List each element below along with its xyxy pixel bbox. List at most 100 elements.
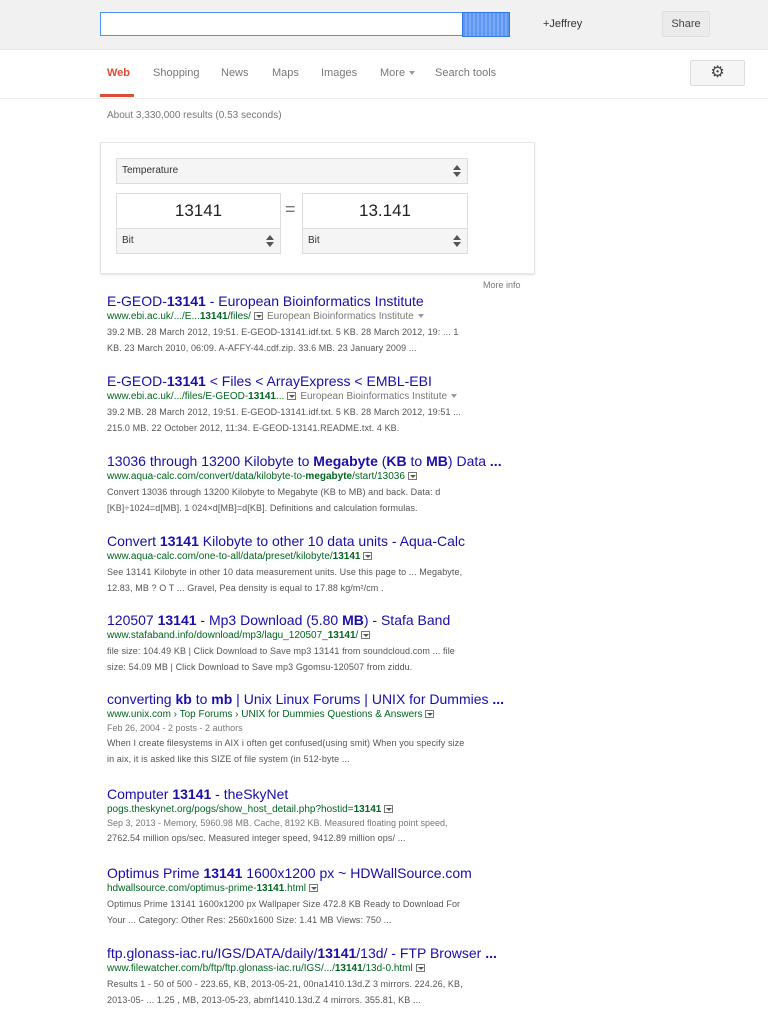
snippet-line: 215.0 MB. 22 October 2012, 11:34. E-GEOD…	[107, 423, 400, 433]
result-meta: Sep 3, 2013 - Memory, 5960.98 MB. Cache,…	[107, 818, 448, 828]
result-title-text: /13d/ - FTP Browser	[356, 945, 486, 961]
result-title-text: ...	[489, 453, 502, 469]
snippet-line: [KB]÷1024=d[MB]. 1 024×d[MB]=d[KB]. Defi…	[107, 503, 418, 513]
result-title-text: MB	[342, 612, 364, 628]
result-url-text: /files/	[227, 311, 251, 322]
result-title-text: Kilobyte to other 10 data units - Aqua-C…	[198, 533, 466, 549]
chevron-down-icon[interactable]	[417, 314, 424, 319]
result-title-link[interactable]: 13036 through 13200 Kilobyte to Megabyte…	[107, 453, 517, 470]
result-url-text: www.unix.com › Top Forums › UNIX for Dum…	[107, 709, 423, 720]
result-title-text: to	[406, 453, 427, 469]
search-button[interactable]	[462, 12, 510, 37]
result-snippet: See 13141 Kilobyte in other 10 data meas…	[107, 564, 517, 596]
category-select-value: Temperature	[122, 165, 179, 176]
result-snippet: Convert 13036 through 13200 Kilobyte to …	[107, 484, 517, 516]
result-title-text: 13141	[166, 293, 206, 309]
equals-sign: =	[285, 199, 296, 219]
dropdown-arrow-icon[interactable]	[287, 392, 297, 401]
right-unit-select[interactable]: Bit	[302, 228, 468, 254]
search-result: E-GEOD-13141 - European Bioinformatics I…	[107, 293, 517, 356]
result-url-text: /	[355, 630, 359, 641]
snippet-line: Your ... Category: Other Res: 2560x1600 …	[107, 915, 392, 925]
dropdown-arrow-icon[interactable]	[425, 710, 435, 719]
gear-icon: ⚙	[710, 64, 725, 81]
settings-button[interactable]: ⚙	[690, 60, 745, 86]
result-title-link[interactable]: Optimus Prime 13141 1600x1200 px ~ HDWal…	[107, 865, 517, 882]
user-profile-link[interactable]: +Jeffrey	[543, 18, 582, 30]
right-value-input[interactable]: 13.141	[302, 193, 468, 228]
snippet-line: 2013-05- ... 1.25 , MB, 2013-05-23, abmf…	[107, 995, 421, 1005]
tab-images[interactable]: Images	[321, 67, 357, 79]
result-url-text: hdwallsource.com/optimus-prime-	[107, 883, 257, 894]
result-url-text: 13141	[327, 630, 356, 641]
result-title-link[interactable]: E-GEOD-13141 - European Bioinformatics I…	[107, 293, 517, 310]
snippet-line: Convert 13036 through 13200 Kilobyte to …	[107, 487, 441, 497]
snippet-line: See 13141 Kilobyte in other 10 data meas…	[107, 567, 463, 577]
result-url-text: 13141	[332, 551, 361, 562]
left-value-input[interactable]: 13141	[116, 193, 281, 228]
snippet-line: file size: 104.49 KB | Click Download to…	[107, 646, 455, 656]
dropdown-arrow-icon[interactable]	[308, 884, 318, 893]
tab-web[interactable]: Web	[107, 67, 130, 79]
result-title-text: 1600x1200 px ~ HDWallSource.com	[242, 865, 472, 881]
result-title-text: | Unix Linux Forums | UNIX for Dummies	[232, 691, 493, 707]
result-title-link[interactable]: E-GEOD-13141 < Files < ArrayExpress < EM…	[107, 373, 517, 390]
result-title-text: Optimus Prime	[107, 865, 204, 881]
chevron-down-icon[interactable]	[451, 394, 458, 399]
search-result: ftp.glonass-iac.ru/IGS/DATA/daily/13141/…	[107, 945, 517, 1008]
result-url-text: 13141	[248, 391, 276, 402]
active-tab-indicator	[100, 94, 134, 97]
result-title-text: to	[191, 691, 212, 707]
dropdown-arrow-icon[interactable]	[415, 964, 425, 973]
result-url: www.aqua-calc.com/convert/data/kilobyte-…	[107, 470, 517, 484]
snippet-line: in aix, it is asked like this SIZE of fi…	[107, 754, 350, 764]
result-url: www.unix.com › Top Forums › UNIX for Dum…	[107, 708, 517, 722]
result-title-link[interactable]: ftp.glonass-iac.ru/IGS/DATA/daily/13141/…	[107, 945, 517, 962]
search-result: 13036 through 13200 Kilobyte to Megabyte…	[107, 453, 517, 516]
snippet-line: When I create filesystems in AIX i often…	[107, 738, 465, 748]
result-title-link[interactable]: Computer 13141 - theSkyNet	[107, 786, 517, 803]
unit-converter: Temperature 13141 = 13.141 Bit Bit	[100, 142, 535, 274]
result-title-text: ...	[485, 945, 497, 961]
dropdown-arrow-icon[interactable]	[384, 805, 394, 814]
tab-news[interactable]: News	[221, 67, 249, 79]
result-url-text: megabyte	[305, 471, 353, 482]
result-title-link[interactable]: Convert 13141 Kilobyte to other 10 data …	[107, 533, 517, 550]
tab-search-tools[interactable]: Search tools	[435, 67, 496, 79]
share-button[interactable]: Share	[662, 11, 710, 37]
top-bar: +Jeffrey Share	[0, 0, 768, 50]
tab-shopping[interactable]: Shopping	[153, 67, 200, 79]
result-title-text: < Files < ArrayExpress < EMBL-EBI	[205, 373, 432, 389]
result-title-text: E-GEOD-	[107, 293, 167, 309]
left-unit-value: Bit	[122, 235, 134, 246]
result-url-text: www.filewatcher.com/b/ftp/ftp.glonass-ia…	[107, 963, 335, 974]
result-url-text: /start/13036	[352, 471, 405, 482]
result-url-text: www.aqua-calc.com/one-to-all/data/preset…	[107, 551, 333, 562]
dropdown-arrow-icon[interactable]	[407, 472, 417, 481]
result-title-text: Computer	[107, 786, 173, 802]
result-title-text: kb	[175, 691, 192, 707]
select-arrows-icon	[453, 235, 461, 247]
dropdown-arrow-icon[interactable]	[361, 631, 371, 640]
more-info-link[interactable]: More info	[483, 280, 521, 290]
left-unit-select[interactable]: Bit	[116, 228, 281, 254]
select-arrows-icon	[453, 165, 461, 177]
category-select[interactable]: Temperature	[116, 158, 468, 184]
result-url: www.stafaband.info/download/mp3/lagu_120…	[107, 629, 517, 643]
search-result: Computer 13141 - theSkyNet pogs.theskynet…	[107, 786, 517, 846]
search-input[interactable]	[100, 12, 462, 36]
snippet-line: 2762.54 million ops/sec. Measured intege…	[107, 833, 406, 843]
dropdown-arrow-icon[interactable]	[253, 312, 263, 321]
result-title-link[interactable]: converting kb to mb | Unix Linux Forums …	[107, 691, 517, 708]
snippet-line: size: 54.09 MB | Click Download to Save …	[107, 662, 413, 672]
tab-maps[interactable]: Maps	[272, 67, 299, 79]
result-title-text: 13141	[203, 865, 243, 881]
result-url-text: 13141	[199, 311, 228, 322]
tab-more[interactable]: More	[380, 67, 416, 79]
result-title-text: 13036 through 13200 Kilobyte to	[107, 453, 314, 469]
snippet-line: Results 1 - 50 of 500 - 223.65, KB, 2013…	[107, 979, 463, 989]
result-title-text: KB	[386, 453, 407, 469]
result-title-link[interactable]: 120507 13141 - Mp3 Download (5.80 MB) - …	[107, 612, 517, 629]
dropdown-arrow-icon[interactable]	[363, 552, 373, 561]
result-url-text: pogs.theskynet.org/pogs/show_host_detail…	[107, 804, 354, 815]
